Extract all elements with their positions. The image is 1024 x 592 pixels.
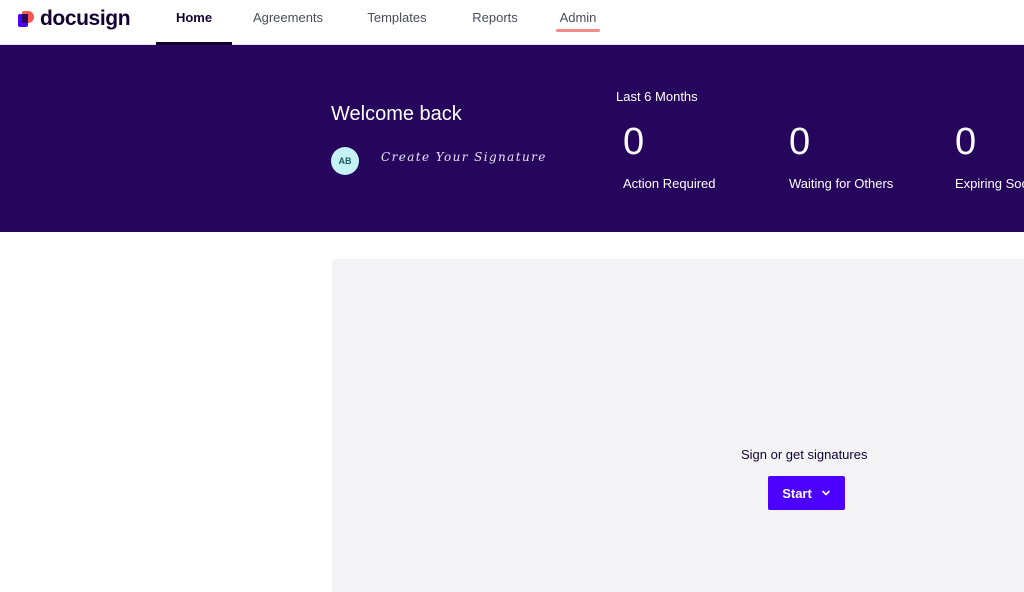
create-signature-link[interactable]: Create Your Signature [381, 150, 547, 164]
stat-action-required[interactable]: 0 Action Required [623, 120, 716, 191]
stat-value: 0 [955, 121, 977, 163]
start-button-label: Start [782, 485, 812, 501]
docusign-logo[interactable]: docusign [18, 7, 131, 31]
stat-label: Waiting for Others [789, 176, 894, 191]
logo-text: docusign [40, 7, 131, 30]
nav-tabs: Home Agreements Templates Reports Admin [156, 0, 600, 45]
welcome-heading: Welcome back [331, 103, 462, 125]
sign-panel: Sign or get signatures Start [332, 259, 1024, 592]
stat-value: 0 [789, 121, 811, 163]
stat-label: Action Required [623, 176, 716, 191]
avatar[interactable]: AB [331, 147, 359, 175]
stat-label: Expiring Soon [955, 176, 1024, 191]
chevron-down-icon [822, 490, 830, 496]
start-button[interactable]: Start [768, 476, 845, 510]
tab-home[interactable]: Home [156, 0, 232, 45]
tab-agreements[interactable]: Agreements [250, 0, 326, 45]
welcome-banner: Welcome back AB Create Your Signature La… [0, 45, 1024, 232]
tab-reports[interactable]: Reports [470, 0, 520, 45]
panel-title: Sign or get signatures [741, 447, 868, 462]
stat-expiring-soon[interactable]: 0 Expiring Soon [955, 120, 1024, 191]
tab-admin[interactable]: Admin [556, 0, 600, 45]
top-nav: docusign Home Agreements Templates Repor… [0, 0, 1024, 45]
tab-templates[interactable]: Templates [366, 0, 428, 45]
period-label: Last 6 Months [616, 89, 698, 104]
docusign-logo-icon [18, 10, 35, 28]
stat-waiting-for-others[interactable]: 0 Waiting for Others [789, 120, 893, 191]
stat-value: 0 [623, 121, 645, 163]
